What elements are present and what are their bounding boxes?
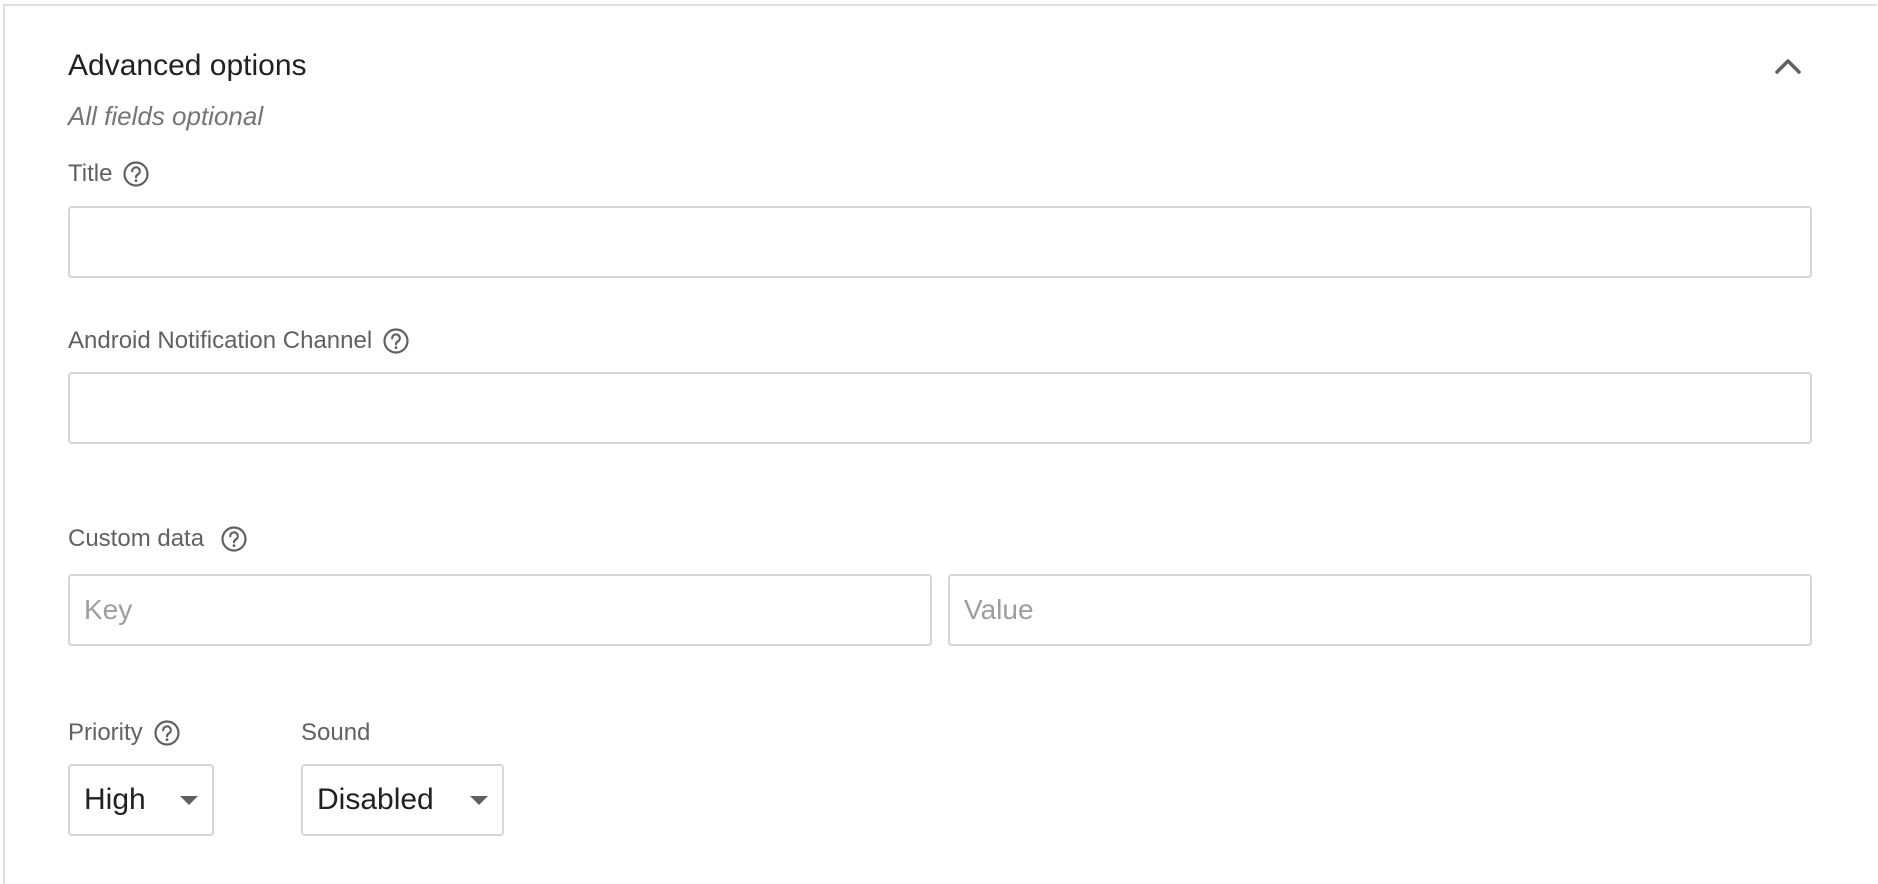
title-label-row: Title [68, 159, 150, 189]
priority-select[interactable]: High [68, 764, 214, 836]
section-title: Advanced options [68, 49, 307, 82]
priority-label-row: Priority [68, 718, 181, 748]
android-channel-label-row: Android Notification Channel [68, 326, 410, 356]
sound-selected-value: Disabled [317, 783, 434, 816]
sound-label-row: Sound [301, 718, 370, 748]
title-input[interactable] [68, 206, 1812, 278]
title-label: Title [68, 160, 113, 187]
collapse-button[interactable] [1770, 48, 1806, 84]
dropdown-arrow-icon [180, 795, 198, 805]
help-circle-icon[interactable] [382, 327, 410, 355]
section-subtitle: All fields optional [68, 101, 264, 131]
dropdown-arrow-icon [470, 795, 488, 805]
chevron-up-icon [1775, 59, 1801, 74]
help-circle-icon[interactable] [220, 525, 248, 553]
priority-label: Priority [68, 719, 143, 746]
custom-data-value-input[interactable] [948, 574, 1812, 646]
sound-select[interactable]: Disabled [301, 764, 504, 836]
custom-data-label: Custom data [68, 525, 205, 552]
advanced-options-card [3, 4, 1877, 884]
help-circle-icon[interactable] [122, 160, 150, 188]
android-channel-input[interactable] [68, 372, 1812, 444]
sound-label: Sound [301, 719, 371, 746]
android-channel-label: Android Notification Channel [68, 327, 373, 354]
help-circle-icon[interactable] [153, 719, 181, 747]
priority-selected-value: High [84, 783, 146, 816]
custom-data-label-row: Custom data [68, 524, 248, 554]
custom-data-key-input[interactable] [68, 574, 932, 646]
